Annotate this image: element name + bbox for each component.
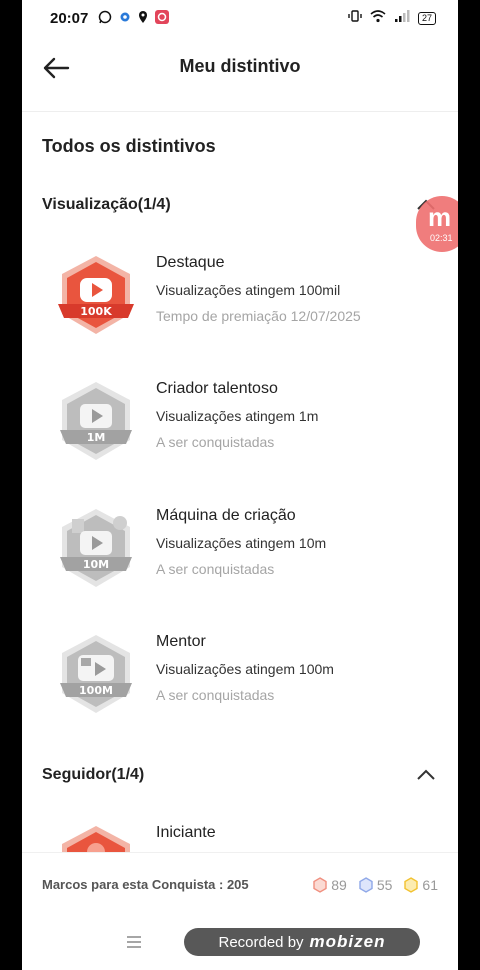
- app-notification-icon: [154, 9, 170, 28]
- whatsapp-icon: [98, 10, 112, 27]
- medal-counts: 89 55 61: [313, 877, 438, 893]
- badge-description: Visualizações atingem 10m: [156, 535, 327, 551]
- page-header: Meu distintivo: [22, 36, 458, 112]
- badge-1m-icon: 1M: [50, 378, 142, 470]
- badge-title: Destaque: [156, 254, 225, 271]
- gold-count: 61: [404, 877, 438, 893]
- badge-1m-label: 1M: [87, 431, 106, 444]
- battery-icon: 27: [417, 11, 436, 25]
- badge-item-destaque[interactable]: 100K Destaque Visualizações atingem 100m…: [42, 252, 438, 352]
- badge-title: Criador talentoso: [156, 380, 278, 397]
- badge-10m-label: 10M: [83, 558, 109, 571]
- badge-item-iniciante[interactable]: Iniciante: [42, 822, 438, 852]
- signal-icon: [394, 9, 410, 27]
- status-bar: 20:07 27: [22, 0, 458, 36]
- badge-status: Tempo de premiação 12/07/2025: [156, 308, 361, 324]
- badge-description: Visualizações atingem 100m: [156, 661, 334, 677]
- silver-hex-icon: [359, 876, 373, 893]
- chevron-up-icon[interactable]: [414, 763, 438, 787]
- badge-100m-label: 100M: [79, 684, 113, 697]
- badge-item-mentor[interactable]: 100M Mentor Visualizações atingem 100m A…: [42, 631, 438, 731]
- wifi-icon: [370, 9, 386, 27]
- settings-icon: [118, 10, 132, 27]
- menu-icon[interactable]: [126, 934, 142, 950]
- badge-status: A ser conquistadas: [156, 561, 275, 577]
- app-screen: 20:07 27 Meu distintivo Todos os distint…: [22, 0, 458, 970]
- badge-description: Visualizações atingem 1m: [156, 408, 319, 424]
- badge-100k-icon: 100K: [50, 252, 142, 344]
- badge-item-maquina-de-criacao[interactable]: 10M Máquina de criação Visualizações ati…: [42, 505, 438, 605]
- page-title: Meu distintivo: [179, 56, 301, 76]
- badge-title: Máquina de criação: [156, 507, 296, 524]
- vibrate-icon: [348, 9, 362, 27]
- achievement-footer: Marcos para esta Conquista : 205 89 55 6…: [22, 852, 458, 916]
- recorder-brand: mobizen: [309, 932, 386, 951]
- badge-status: A ser conquistadas: [156, 434, 275, 450]
- group-header-seguidor[interactable]: Seguidor(1/4): [42, 760, 438, 790]
- recorder-prefix: Recorded by: [218, 933, 304, 951]
- badge-follower-icon: [50, 822, 142, 852]
- gold-count-value: 61: [422, 876, 438, 893]
- badge-item-criador-talentoso[interactable]: 1M Criador talentoso Visualizações ating…: [42, 378, 438, 478]
- silver-count-value: 55: [376, 876, 393, 893]
- silver-count: 55: [359, 876, 393, 893]
- section-title: Todos os distintivos: [42, 136, 216, 156]
- achievement-points-label: Marcos para esta Conquista : 205: [42, 877, 249, 892]
- status-time: 20:07: [50, 9, 89, 27]
- badge-100k-label: 100K: [80, 305, 112, 318]
- location-icon: [138, 10, 148, 27]
- group-label: Visualização(1/4): [42, 196, 171, 213]
- gold-hex-icon: [404, 876, 419, 893]
- recorder-timer: 02:31: [430, 233, 453, 243]
- bronze-count-value: 89: [331, 876, 347, 893]
- recorder-watermark: Recorded by mobizen: [184, 928, 420, 956]
- group-header-visualizacao[interactable]: Visualização(1/4): [42, 190, 438, 220]
- bronze-hex-icon: [313, 876, 327, 893]
- bronze-count: 89: [313, 877, 347, 893]
- badge-10m-icon: 10M: [50, 505, 142, 597]
- recorder-logo: m: [428, 202, 452, 232]
- badge-description: Visualizações atingem 100mil: [156, 282, 341, 298]
- group-label: Seguidor(1/4): [42, 766, 145, 783]
- badge-title: Mentor: [156, 633, 206, 650]
- badge-status: A ser conquistadas: [156, 687, 275, 703]
- recorder-floating-button[interactable]: m 02:31: [416, 196, 458, 252]
- badge-title: Iniciante: [156, 824, 216, 841]
- status-right: 27: [348, 9, 436, 27]
- badge-100m-icon: 100M: [50, 631, 142, 723]
